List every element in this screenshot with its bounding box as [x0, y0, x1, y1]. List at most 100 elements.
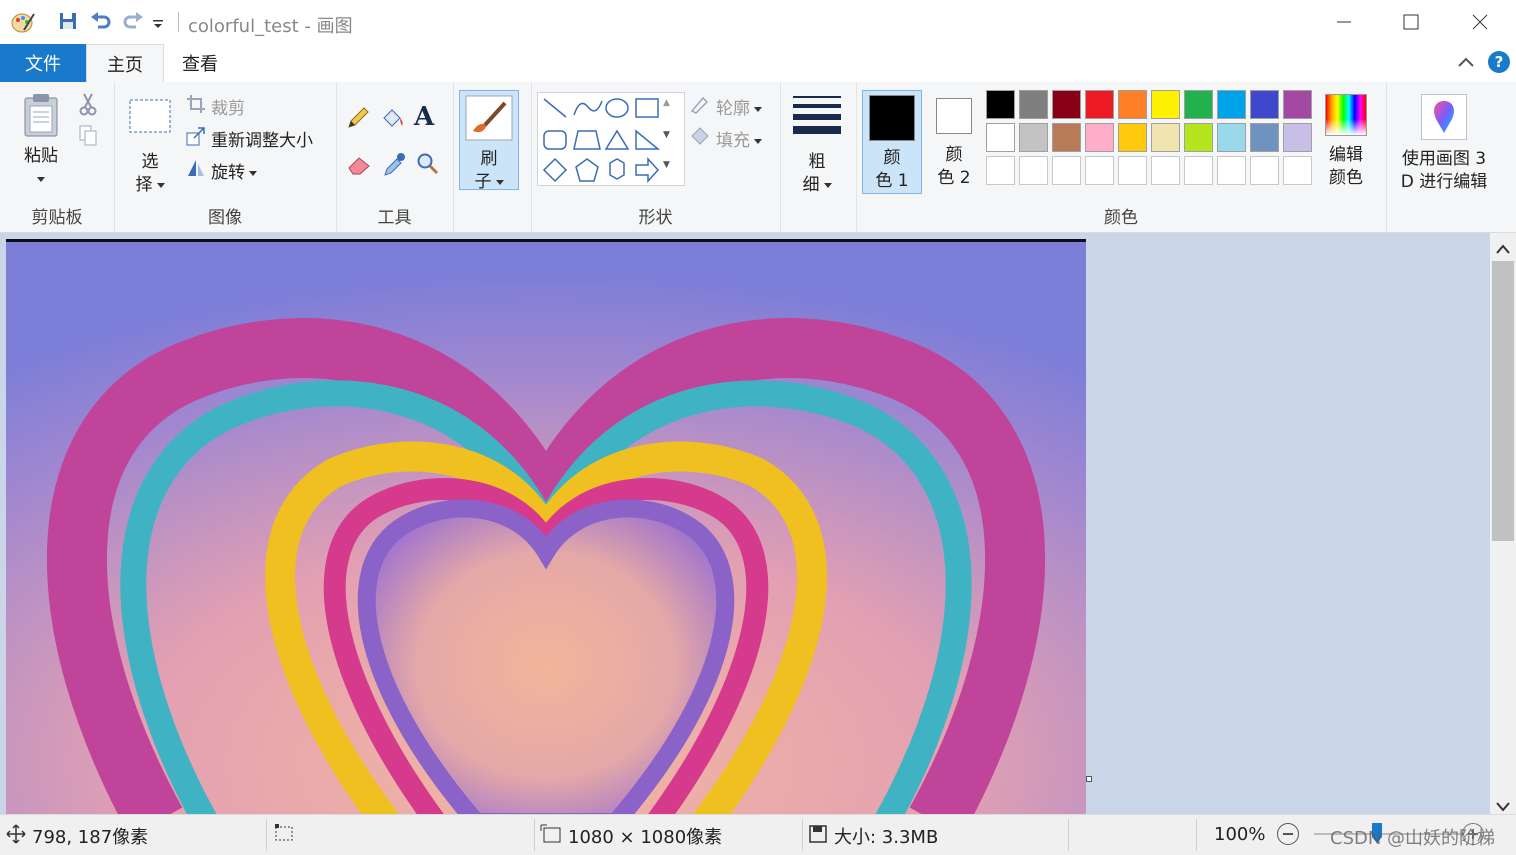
copy-icon[interactable] — [78, 124, 98, 152]
palette-custom-slot[interactable] — [1052, 156, 1081, 185]
status-divider — [1068, 819, 1069, 851]
paste-dropdown-icon[interactable] — [33, 168, 45, 191]
scroll-up-icon[interactable] — [1496, 239, 1510, 258]
paint3d-label-1: 使用画图 3 — [1401, 149, 1487, 169]
palette-custom-slot[interactable] — [1283, 156, 1312, 185]
palette-custom-slot[interactable] — [1118, 156, 1147, 185]
size-button[interactable]: 粗 细 — [790, 94, 844, 197]
select-button[interactable]: 选 择 — [126, 98, 174, 197]
palette-swatch[interactable] — [1118, 90, 1147, 119]
shapes-more-icon[interactable]: ▼ — [663, 160, 670, 170]
palette-custom-slot[interactable] — [1250, 156, 1279, 185]
brushes-label-2: 子 — [475, 171, 504, 194]
customize-qat-icon[interactable] — [152, 15, 166, 29]
crop-button[interactable]: 裁剪 — [186, 94, 245, 119]
fill-button[interactable]: 填充 — [689, 126, 762, 151]
palette-swatch[interactable] — [1151, 90, 1180, 119]
palette-custom-slot[interactable] — [1019, 156, 1048, 185]
palette-swatch[interactable] — [1019, 123, 1048, 152]
clipboard-group: 粘贴 剪贴板 — [0, 82, 115, 232]
tools-group: A 工具 — [336, 82, 454, 232]
palette-swatch[interactable] — [1283, 90, 1312, 119]
heart-artwork — [6, 242, 1086, 814]
clipboard-group-label: 剪贴板 — [31, 208, 83, 228]
palette-custom-slot[interactable] — [1085, 156, 1114, 185]
canvas-area[interactable] — [0, 233, 1490, 814]
edit-with-paint3d-button[interactable]: 使用画图 3 D 进行编辑 — [1390, 94, 1498, 194]
palette-swatch[interactable] — [1052, 90, 1081, 119]
vertical-scrollbar[interactable] — [1490, 233, 1516, 814]
move-cursor-icon — [6, 823, 26, 849]
palette-custom-slot[interactable] — [1151, 156, 1180, 185]
save-icon[interactable] — [58, 11, 80, 33]
color2-label-1: 颜 — [945, 145, 963, 165]
tab-view[interactable]: 查看 — [164, 44, 236, 82]
palette-swatch[interactable] — [1052, 123, 1081, 152]
size-label-2: 细 — [803, 174, 832, 197]
cut-icon[interactable] — [78, 92, 98, 120]
edit-colors-button[interactable]: 编辑 颜色 — [1314, 94, 1378, 190]
fill-bucket-icon[interactable] — [380, 106, 406, 134]
palette-swatch[interactable] — [1085, 90, 1114, 119]
pencil-icon[interactable] — [346, 106, 370, 134]
help-icon[interactable]: ? — [1488, 51, 1510, 73]
palette-swatch[interactable] — [986, 123, 1015, 152]
minimize-icon — [1337, 21, 1351, 23]
tab-file[interactable]: 文件 — [0, 44, 86, 82]
palette-swatch[interactable] — [1118, 123, 1147, 152]
zoom-out-icon[interactable] — [1277, 823, 1300, 845]
palette-swatch[interactable] — [1184, 123, 1213, 152]
redo-icon[interactable] — [122, 11, 146, 33]
eraser-icon[interactable] — [346, 154, 372, 180]
scrollbar-thumb[interactable] — [1492, 261, 1514, 541]
magnifier-icon[interactable] — [416, 152, 440, 180]
palette-swatch[interactable] — [1250, 90, 1279, 119]
text-icon[interactable]: A — [414, 102, 434, 132]
undo-icon[interactable] — [90, 11, 114, 33]
palette-custom-slot[interactable] — [986, 156, 1015, 185]
palette-swatch[interactable] — [986, 90, 1015, 119]
palette-swatch[interactable] — [1217, 123, 1246, 152]
minimize-button[interactable] — [1310, 0, 1378, 44]
maximize-icon — [1403, 14, 1419, 30]
paint3d-label-2: D 进行编辑 — [1400, 172, 1488, 192]
palette-swatch[interactable] — [1019, 90, 1048, 119]
file-size: 大小: 3.3MB — [808, 823, 938, 849]
shapes-group-label: 形状 — [638, 208, 673, 228]
palette-swatch[interactable] — [1283, 123, 1312, 152]
file-size-text: 大小: 3.3MB — [834, 827, 939, 848]
status-bar: 798, 187像素 1080 × 1080像素 大小: 3.3MB 100% … — [0, 814, 1516, 855]
title-separator — [178, 12, 179, 32]
color-picker-icon[interactable] — [382, 152, 406, 182]
image-canvas[interactable] — [6, 239, 1086, 814]
color1-button[interactable]: 颜 色 1 — [862, 90, 922, 194]
palette-custom-slot[interactable] — [1217, 156, 1246, 185]
shapes-scroll-up-icon[interactable]: ▲ — [663, 98, 670, 108]
tab-home[interactable]: 主页 — [86, 44, 164, 83]
palette-swatch[interactable] — [1151, 123, 1180, 152]
quick-access-toolbar — [10, 10, 166, 34]
palette-swatch[interactable] — [1085, 123, 1114, 152]
rotate-button[interactable]: 旋转 — [186, 158, 257, 183]
cursor-position-text: 798, 187像素 — [32, 827, 149, 848]
maximize-button[interactable] — [1377, 0, 1445, 44]
paste-button[interactable]: 粘贴 — [14, 92, 68, 191]
palette-swatch[interactable] — [1250, 123, 1279, 152]
paint3d-icon — [1421, 94, 1467, 140]
brushes-button[interactable]: 刷 子 — [459, 90, 519, 192]
shapes-scroll-down-icon[interactable]: ▼ — [663, 130, 670, 140]
resize-label: 重新调整大小 — [211, 131, 313, 151]
color2-label-2: 色 2 — [937, 168, 971, 188]
color2-button[interactable]: 颜 色 2 — [926, 96, 982, 190]
paint-app-icon[interactable] — [10, 10, 36, 34]
status-divider — [802, 819, 803, 851]
palette-swatch[interactable] — [1217, 90, 1246, 119]
close-button[interactable] — [1446, 0, 1514, 44]
image-dimensions-text: 1080 × 1080像素 — [568, 827, 723, 848]
outline-button[interactable]: 轮廓 — [689, 94, 762, 119]
palette-swatch[interactable] — [1184, 90, 1213, 119]
collapse-ribbon-icon[interactable] — [1456, 54, 1476, 74]
palette-custom-slot[interactable] — [1184, 156, 1213, 185]
resize-button[interactable]: 重新调整大小 — [186, 126, 313, 151]
canvas-resize-handle[interactable] — [1086, 776, 1092, 782]
